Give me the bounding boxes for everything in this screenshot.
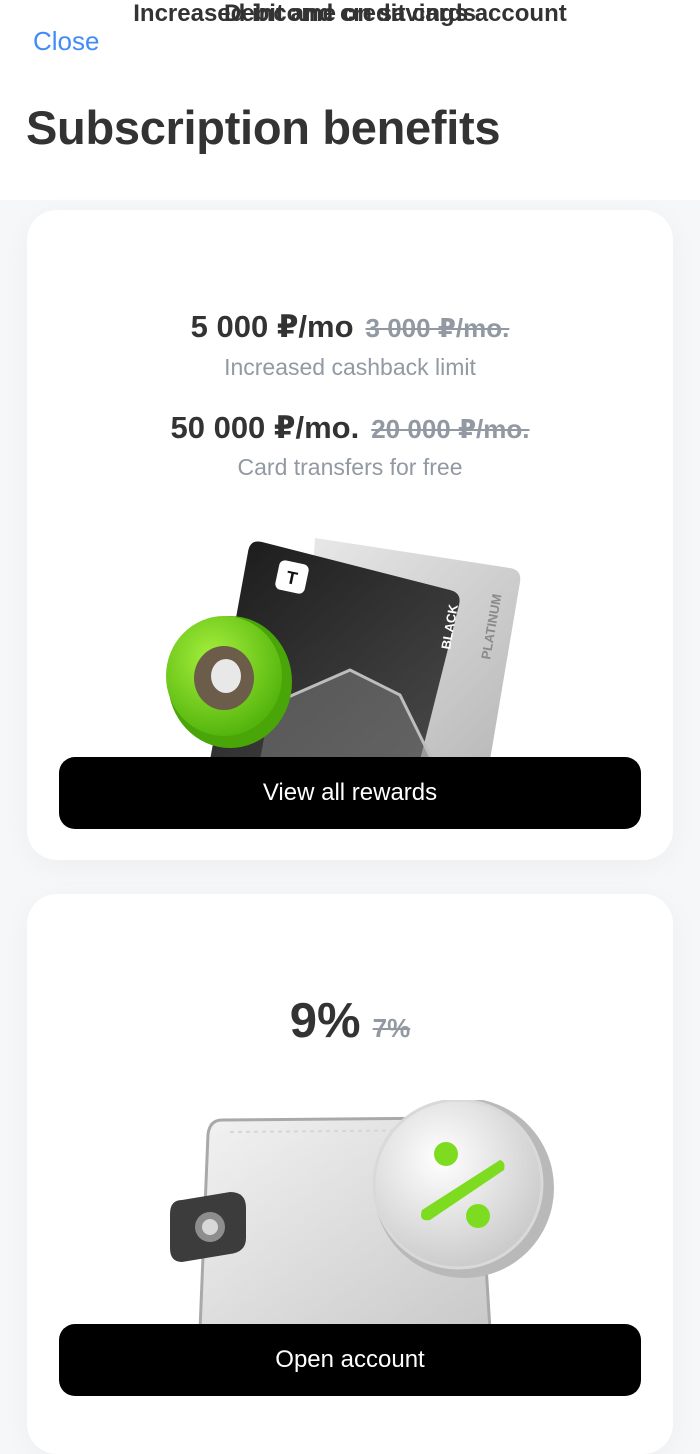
transfers-row: 50 000 ₽/mo. 20 000 ₽/mo. <box>0 410 700 446</box>
savings-rate-value: 9% <box>289 994 361 1048</box>
cashback-limit-old-value: 3 000 ₽/mo. <box>365 313 510 343</box>
savings-section-title: Increased income on savings account <box>133 0 567 27</box>
view-all-rewards-button[interactable]: View all rewards <box>59 757 641 829</box>
page-title: Subscription benefits <box>26 101 501 154</box>
open-account-button[interactable]: Open account <box>59 1324 641 1396</box>
savings-rate-row: 9% 7% <box>0 993 700 1049</box>
percent-coin-icon <box>372 1100 554 1278</box>
close-button[interactable]: Close <box>33 24 99 58</box>
transfers-caption: Card transfers for free <box>237 454 463 480</box>
transfers-value: 50 000 ₽/mo. <box>170 410 360 445</box>
cashback-limit-caption: Increased cashback limit <box>224 354 476 380</box>
cashback-limit-value: 5 000 ₽/mo <box>190 309 354 344</box>
green-coin-icon <box>166 616 292 748</box>
cashback-limit-row: 5 000 ₽/mo 3 000 ₽/mo. <box>0 309 700 345</box>
transfers-old-value: 20 000 ₽/mo. <box>371 414 530 444</box>
wallet-illustration <box>170 1100 554 1330</box>
bank-cards-illustration: PLATINUM T BLACK <box>166 538 521 760</box>
savings-rate-old-value: 7% <box>372 1013 411 1043</box>
